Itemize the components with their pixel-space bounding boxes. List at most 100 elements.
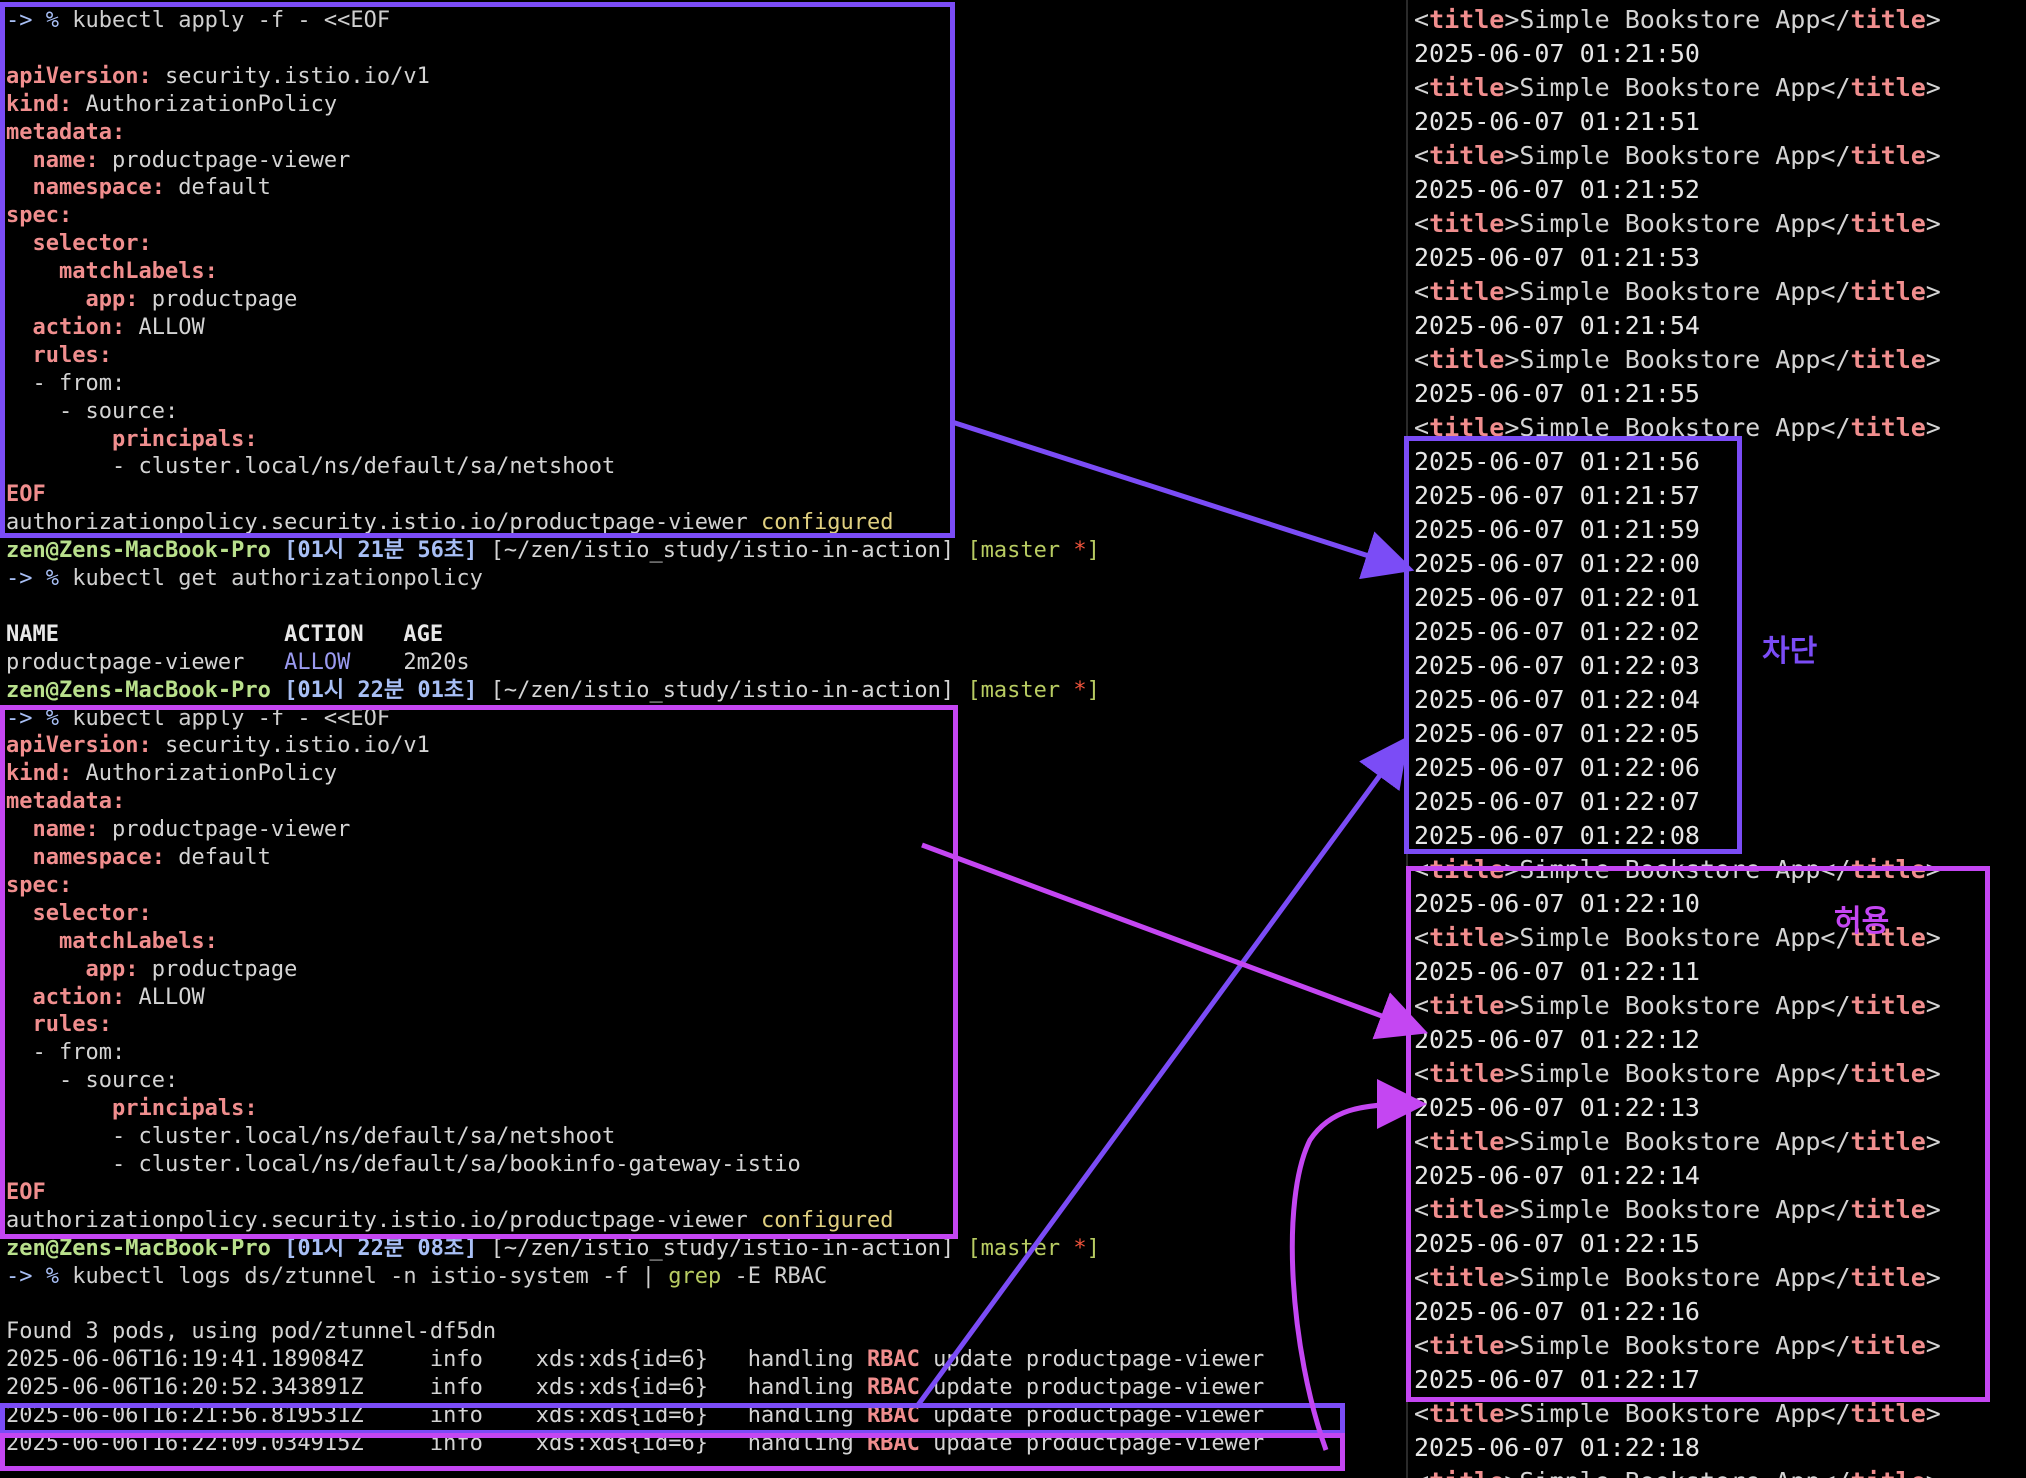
- html-title-line: <title>Simple Bookstore App</title>: [1414, 1193, 1941, 1227]
- terminal-text-segment: rules:: [32, 342, 112, 368]
- right-terminal-pane[interactable]: <title>Simple Bookstore App</title> 2025-…: [1408, 0, 2026, 1478]
- title-segment: <: [1414, 277, 1430, 306]
- title-segment: >Simple Bookstore App</: [1504, 345, 1851, 374]
- terminal-text-segment: ]: [1086, 1235, 1100, 1261]
- left-terminal-line: name: productpage-viewer: [6, 816, 351, 844]
- terminal-text-segment: [master: [954, 1235, 1074, 1261]
- title-segment: >: [1925, 923, 1941, 952]
- terminal-text-segment: - cluster.local/ns/default/sa/netshoot: [6, 454, 616, 480]
- left-terminal-line: EOF: [6, 1179, 46, 1207]
- left-terminal-line: - cluster.local/ns/default/sa/netshoot: [6, 1123, 615, 1151]
- html-title-line: <title>Simple Bookstore App</title>: [1414, 139, 1941, 173]
- html-title-line: <title>Simple Bookstore App</title>: [1414, 1057, 1941, 1091]
- terminal-text-segment: 2025-06-06T16:22:09.034915Z info xds:xds…: [6, 1430, 867, 1456]
- title-segment: >Simple Bookstore App</: [1504, 1331, 1851, 1360]
- left-terminal-line: metadata:: [6, 788, 125, 816]
- title-segment: >Simple Bookstore App</: [1504, 1127, 1851, 1156]
- terminal-text-segment: kubectl logs ds/ztunnel -n istio-system …: [72, 1263, 669, 1289]
- title-segment: title: [1850, 209, 1926, 238]
- terminal-text-segment: ALLOW: [125, 984, 205, 1010]
- terminal-text-segment: EOF: [6, 482, 46, 508]
- title-segment: >: [1925, 1127, 1941, 1156]
- terminal-text-segment: app:: [85, 956, 139, 982]
- terminal-text-segment: - source:: [6, 398, 179, 424]
- left-terminal-line: rules:: [6, 1011, 112, 1039]
- terminal-text-segment: metadata:: [6, 119, 126, 145]
- title-segment: title: [1850, 5, 1926, 34]
- left-terminal-line: kind: AuthorizationPolicy: [6, 760, 337, 788]
- left-terminal-line: zen@Zens-MacBook-Pro [01시 21분 56초] [~/ze…: [6, 537, 1100, 565]
- title-segment: title: [1850, 345, 1926, 374]
- left-terminal-line: zen@Zens-MacBook-Pro [01시 22분 08초] [~/ze…: [6, 1235, 1100, 1263]
- left-terminal-pane[interactable]: -> % kubectl apply -f - <<EOF apiVersion:…: [0, 0, 1406, 1478]
- terminal-text-segment: update productpage-viewer: [919, 1403, 1265, 1428]
- terminal-text-segment: zen@Zens-MacBook-Pro: [6, 538, 271, 564]
- terminal-text-segment: principals:: [111, 1096, 258, 1122]
- timestamp-line: 2025-06-07 01:22:00: [1414, 549, 1700, 578]
- title-segment: title: [1850, 1263, 1926, 1292]
- title-segment: >: [1925, 1263, 1941, 1292]
- timestamp-line: 2025-06-07 01:22:02: [1414, 617, 1700, 646]
- left-terminal-line: action: ALLOW: [6, 984, 205, 1012]
- html-title-line: <title>Simple Bookstore App</title>: [1414, 1125, 1941, 1159]
- left-terminal-line: namespace: default: [6, 844, 271, 872]
- terminal-text-segment: [01시 22분 01초]: [270, 677, 478, 703]
- title-segment: >Simple Bookstore App</: [1504, 1059, 1851, 1088]
- terminal-text-segment: NAME ACTION AGE: [6, 621, 444, 647]
- timestamp-line: 2025-06-07 01:21:54: [1414, 311, 1700, 340]
- left-terminal-line: action: ALLOW: [6, 314, 205, 342]
- title-segment: title: [1429, 209, 1505, 238]
- html-title-line: <title>Simple Bookstore App</title>: [1414, 343, 1941, 377]
- title-segment: title: [1429, 5, 1505, 34]
- title-segment: >: [1925, 5, 1941, 34]
- terminal-text-segment: action:: [32, 984, 126, 1010]
- terminal-text-segment: *: [1073, 538, 1087, 564]
- left-terminal-line: 2025-06-06T16:22:09.034915Z info xds:xds…: [6, 1430, 1264, 1458]
- terminal-text-segment: productpage-viewer: [98, 817, 351, 843]
- title-segment: >Simple Bookstore App</: [1504, 73, 1851, 102]
- terminal-text-segment: grep: [668, 1263, 722, 1289]
- terminal-text-segment: [01시 21분 56초]: [270, 538, 478, 564]
- terminal-text-segment: rules:: [32, 1012, 112, 1038]
- left-terminal-line: -> % kubectl apply -f - <<EOF: [6, 7, 390, 35]
- title-segment: >: [1925, 991, 1941, 1020]
- allowed-label: 허용: [1834, 904, 1890, 939]
- title-segment: >: [1925, 1399, 1941, 1428]
- title-segment: title: [1850, 141, 1926, 170]
- terminal-text-segment: security.istio.io/v1: [151, 63, 430, 89]
- left-terminal-line: - source:: [6, 398, 178, 426]
- title-segment: title: [1429, 1059, 1505, 1088]
- terminal-text-segment: apiVersion:: [6, 63, 152, 89]
- title-segment: <: [1414, 209, 1430, 238]
- timestamp-line: 2025-06-07 01:22:06: [1414, 753, 1700, 782]
- html-title-line: <title>Simple Bookstore App</title>: [1414, 411, 1941, 445]
- left-terminal-line: principals:: [6, 1095, 258, 1123]
- terminal-text-segment: -> %: [6, 705, 73, 731]
- terminal-text-segment: principals:: [111, 426, 258, 452]
- title-segment: >Simple Bookstore App</: [1504, 5, 1851, 34]
- terminal-text-segment: productpage-viewer: [98, 147, 351, 173]
- timestamp-line: 2025-06-07 01:22:18: [1414, 1433, 1700, 1462]
- title-segment: >: [1925, 413, 1941, 442]
- timestamp-line: 2025-06-07 01:22:04: [1414, 685, 1700, 714]
- terminal-text-segment: kind:: [6, 91, 73, 117]
- title-segment: title: [1429, 1195, 1505, 1224]
- terminal-text-segment: matchLabels:: [58, 928, 218, 954]
- left-terminal-line: - from:: [6, 1039, 125, 1067]
- terminal-text-segment: [01시 22분 08초]: [270, 1235, 478, 1261]
- left-terminal-line: kind: AuthorizationPolicy: [6, 91, 337, 119]
- terminal-text-segment: - from:: [6, 1040, 126, 1066]
- title-segment: >Simple Bookstore App</: [1504, 1263, 1851, 1292]
- timestamp-line: 2025-06-07 01:21:59: [1414, 515, 1700, 544]
- terminal-text-segment: -E RBAC: [721, 1263, 828, 1289]
- title-segment: <: [1414, 141, 1430, 170]
- title-segment: title: [1429, 923, 1505, 952]
- title-segment: title: [1850, 73, 1926, 102]
- terminal-text-segment: *: [1073, 1235, 1087, 1261]
- terminal-text-segment: zen@Zens-MacBook-Pro: [6, 677, 271, 703]
- terminal-text-segment: selector:: [32, 900, 152, 926]
- terminal-text-segment: *: [1073, 677, 1087, 703]
